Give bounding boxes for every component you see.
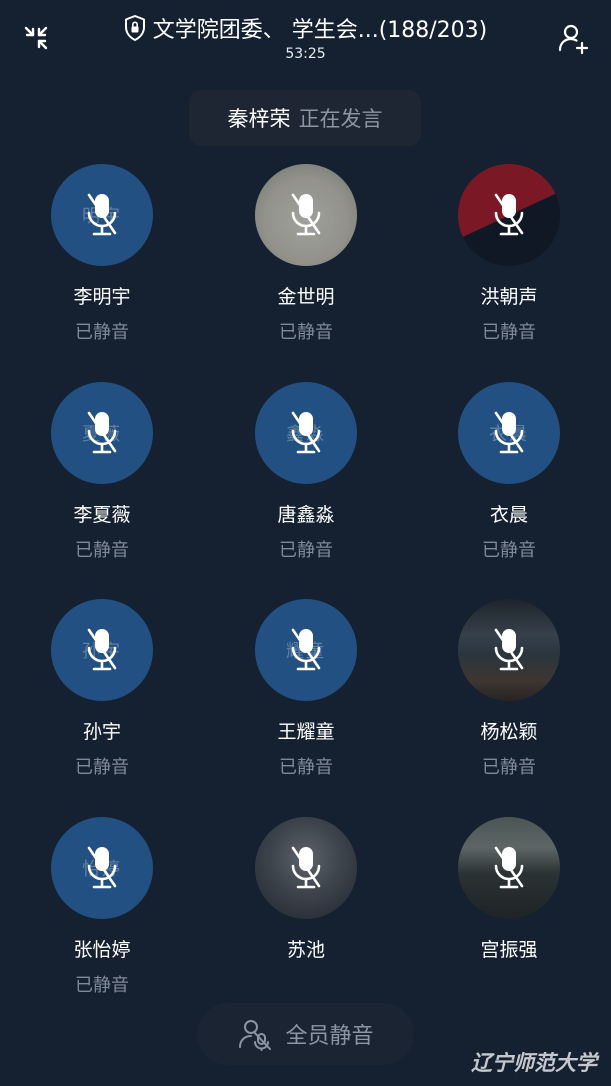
participant-name: 李夏薇: [73, 504, 131, 526]
mic-muted-icon: [288, 191, 324, 239]
mic-muted-icon: [491, 409, 527, 457]
avatar[interactable]: 衣晨: [458, 382, 560, 484]
participant-name: 唐鑫淼: [277, 504, 335, 526]
mic-muted-icon: [288, 844, 324, 892]
mic-muted-icon: [84, 409, 120, 457]
participant-status: 已静音: [482, 757, 536, 778]
avatar[interactable]: [458, 599, 560, 701]
avatar[interactable]: 鑫淼: [255, 382, 357, 484]
participant-tile[interactable]: 夏薇李夏薇已静音: [0, 380, 204, 590]
mute-user-icon: [237, 1017, 273, 1051]
participant-name: 宫振强: [480, 939, 538, 961]
participant-status: 已静音: [279, 540, 333, 561]
room-title-text: 文学院团委、 学生会...(188/203): [152, 18, 488, 43]
participant-status: 已静音: [75, 322, 129, 343]
avatar[interactable]: 怡婷: [51, 817, 153, 919]
avatar[interactable]: 耀童: [255, 599, 357, 701]
participant-name: 苏池: [286, 939, 325, 961]
avatar[interactable]: [458, 164, 560, 266]
participant-name: 杨松颖: [480, 721, 538, 743]
speaker-name: 秦梓荣: [227, 107, 291, 131]
call-timer: 53:25: [285, 46, 326, 62]
add-user-icon[interactable]: [553, 18, 593, 58]
shield-lock-icon: [123, 14, 147, 42]
participant-tile[interactable]: 孙宇孙宇已静音: [0, 597, 204, 807]
participant-tile[interactable]: 杨松颖 已静音: [407, 597, 611, 807]
participant-tile[interactable]: 鑫淼唐鑫淼已静音: [204, 380, 408, 590]
participant-status: 已静音: [279, 322, 333, 343]
avatar[interactable]: [458, 817, 560, 919]
participant-tile[interactable]: 宫振强: [407, 815, 611, 1025]
participant-tile[interactable]: 耀童王耀童已静音: [204, 597, 408, 807]
participant-name: 王耀童: [277, 721, 335, 743]
participant-status: 已静音: [482, 322, 536, 343]
avatar[interactable]: [255, 817, 357, 919]
participant-name: 金世明: [277, 286, 335, 308]
participant-name: 洪朝声: [480, 286, 538, 308]
avatar[interactable]: 孙宇: [51, 599, 153, 701]
participant-status: 已静音: [482, 540, 536, 561]
participant-status: 已静音: [75, 757, 129, 778]
current-speaker-pill: 秦梓荣 正在发言: [189, 90, 421, 146]
participant-name: 孙宇: [82, 721, 121, 743]
participant-name: 张怡婷: [73, 939, 131, 961]
mic-muted-icon: [288, 626, 324, 674]
participant-tile[interactable]: 苏池: [204, 815, 408, 1025]
participant-name: 衣晨: [489, 504, 528, 526]
participant-status: 已静音: [75, 540, 129, 561]
participant-tile[interactable]: 洪朝声 已静音: [407, 162, 611, 372]
participant-status: 已静音: [279, 757, 333, 778]
participant-name: 李明宇: [73, 286, 131, 308]
participant-tile[interactable]: 明宇李明宇已静音: [0, 162, 204, 372]
avatar[interactable]: 明宇: [51, 164, 153, 266]
avatar[interactable]: [255, 164, 357, 266]
participant-status: 已静音: [75, 975, 129, 996]
mute-all-label: 全员静音: [285, 1024, 374, 1049]
speaker-status: 正在发言: [298, 107, 383, 131]
mic-muted-icon: [491, 191, 527, 239]
voice-room-screen: 文学院团委、 学生会...(188/203) 53:25 秦梓荣 正在发言 明宇…: [0, 0, 611, 1086]
participant-tile[interactable]: 怡婷张怡婷已静音: [0, 815, 204, 1025]
header: 文学院团委、 学生会...(188/203) 53:25: [0, 0, 611, 80]
mic-muted-icon: [84, 626, 120, 674]
mic-muted-icon: [491, 844, 527, 892]
participant-tile[interactable]: 衣晨衣晨已静音: [407, 380, 611, 590]
mic-muted-icon: [84, 191, 120, 239]
participant-tile[interactable]: 金世明 已静音: [204, 162, 408, 372]
mic-muted-icon: [84, 844, 120, 892]
mic-muted-icon: [491, 626, 527, 674]
mute-all-button[interactable]: 全员静音: [197, 1003, 414, 1065]
avatar[interactable]: 夏薇: [51, 382, 153, 484]
mic-muted-icon: [288, 409, 324, 457]
room-title: 文学院团委、 学生会...(188/203): [100, 12, 510, 44]
watermark-text: 辽宁师范大学: [471, 1050, 597, 1075]
